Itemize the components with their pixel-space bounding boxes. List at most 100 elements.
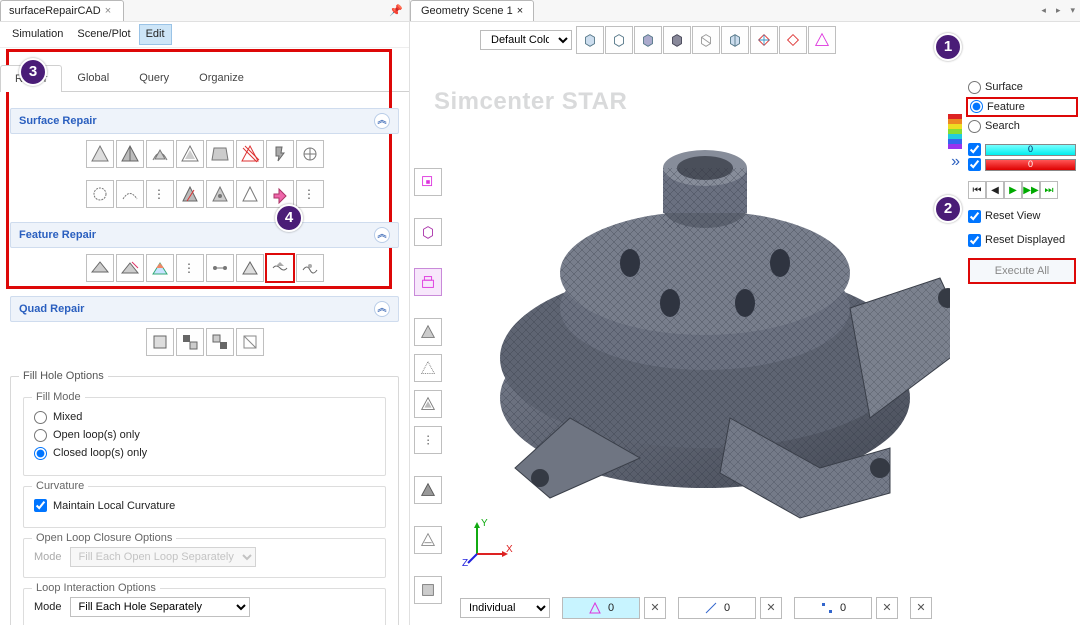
first-icon[interactable]: ⏮ [968,181,986,199]
check-reset-displayed[interactable]: Reset Displayed [968,233,1076,247]
tool-icon[interactable]: ⋮ [176,254,204,282]
view-cube-icon[interactable] [779,26,807,54]
tool-icon[interactable] [86,254,114,282]
side-tool-icon[interactable] [414,354,442,382]
red-bar: 0 [985,159,1076,171]
side-tool-icon[interactable] [414,218,442,246]
tool-icon[interactable] [116,254,144,282]
tool-icon[interactable] [236,328,264,356]
view-cube-icon[interactable] [721,26,749,54]
tool-icon[interactable]: ⋮ [296,180,324,208]
tool-icon[interactable] [176,180,204,208]
loop-interaction-mode-select[interactable]: Fill Each Hole Separately [70,597,250,617]
viewport-3d[interactable]: Simcenter STAR » ⋮ [410,58,1080,625]
tool-icon[interactable] [266,140,294,168]
chevron-up-icon[interactable]: ︽ [374,113,390,129]
section-header-quad-repair[interactable]: Quad Repair ︽ [10,296,399,322]
clear-tri-button[interactable]: ✕ [644,597,666,619]
side-tool-icon[interactable] [414,576,442,604]
view-cube-icon[interactable] [605,26,633,54]
tool-icon[interactable]: ⋮ [146,180,174,208]
side-tool-icon[interactable] [414,390,442,418]
view-cube-icon[interactable] [808,26,836,54]
tool-icon[interactable] [206,180,234,208]
selection-mode-select[interactable]: Individual [460,598,550,618]
play-icon[interactable]: ▶ [1004,181,1022,199]
tool-icon[interactable] [236,180,264,208]
color-mode-select[interactable]: Default Color [480,30,572,50]
nav-left-icon[interactable]: ◂ [1036,3,1051,19]
color-legend-icon [948,114,962,149]
nav-right-icon[interactable]: ▸ [1051,3,1066,19]
section-header-feature-repair[interactable]: Feature Repair ︽ [10,222,399,248]
fwd-icon[interactable]: ▶▶ [1022,181,1040,199]
close-icon[interactable]: × [517,4,523,18]
tool-icon[interactable] [296,254,324,282]
view-cube-icon[interactable] [750,26,778,54]
radio-open-only[interactable]: Open loop(s) only [34,428,375,442]
tab-global[interactable]: Global [62,64,124,91]
tool-icon[interactable] [206,140,234,168]
tool-icon[interactable] [176,328,204,356]
tool-icon[interactable] [116,140,144,168]
view-cube-icon[interactable] [634,26,662,54]
check-maintain-curvature[interactable]: Maintain Local Curvature [34,499,375,513]
radio-feature[interactable]: Feature [968,99,1076,115]
execute-all-button[interactable]: Execute All [968,258,1076,284]
menu-scene-plot[interactable]: Scene/Plot [71,25,136,43]
tab-organize[interactable]: Organize [184,64,259,91]
last-icon[interactable]: ⏭ [1040,181,1058,199]
tool-icon[interactable] [236,254,264,282]
document-tab[interactable]: surfaceRepairCAD × [0,0,124,21]
chevron-up-icon[interactable]: ︽ [374,227,390,243]
back-icon[interactable]: ◀ [986,181,1004,199]
tool-icon[interactable] [116,180,144,208]
tool-icon[interactable] [146,140,174,168]
tool-icon[interactable] [206,328,234,356]
menu-edit[interactable]: Edit [139,24,172,44]
view-cube-icon[interactable] [576,26,604,54]
side-tool-icon[interactable] [414,318,442,346]
section-header-surface-repair[interactable]: Surface Repair ︽ [10,108,399,134]
cyan-bar-check[interactable] [968,143,981,156]
nav-down-icon[interactable]: ▾ [1065,3,1080,19]
side-tool-icon[interactable] [414,476,442,504]
clear-vert-button[interactable]: ✕ [876,597,898,619]
tool-icon[interactable] [176,140,204,168]
tool-icon[interactable] [146,254,174,282]
clear-all-button[interactable]: ✕ [910,597,932,619]
close-icon[interactable]: × [105,4,111,18]
tab-query[interactable]: Query [124,64,184,91]
red-bar-check[interactable] [968,158,981,171]
sub-legend: Curvature [32,479,88,493]
tool-icon[interactable] [86,180,114,208]
side-tool-icon[interactable]: ⋮ [414,426,442,454]
viewport-bottombar: Individual 0 ✕ 0 ✕ [460,597,1070,619]
side-tool-icon[interactable] [414,526,442,554]
radio-search[interactable]: Search [968,119,1076,133]
menu-simulation[interactable]: Simulation [6,25,69,43]
tool-icon[interactable] [206,254,234,282]
scene-tab[interactable]: Geometry Scene 1 × [410,0,534,21]
view-cube-icon[interactable] [663,26,691,54]
tool-icon[interactable] [86,140,114,168]
tool-icon[interactable] [146,328,174,356]
feature-repair-tools: ⋮ [10,248,399,288]
expand-arrows-icon[interactable]: » [951,152,960,173]
side-tool-icon[interactable] [414,268,442,296]
tool-icon[interactable] [296,140,324,168]
check-reset-view[interactable]: Reset View [968,209,1076,223]
radio-mixed[interactable]: Mixed [34,410,375,424]
view-cube-icon[interactable] [692,26,720,54]
chevron-up-icon[interactable]: ︽ [374,301,390,317]
left-menubar: Simulation Scene/Plot Edit [0,22,409,47]
radio-closed-only[interactable]: Closed loop(s) only [34,446,375,460]
radio-surface[interactable]: Surface [968,80,1076,94]
side-tool-icon[interactable] [414,168,442,196]
tool-icon[interactable] [236,140,264,168]
color-threshold-bars: 0 0 [968,143,1076,171]
clear-edge-button[interactable]: ✕ [760,597,782,619]
tool-icon[interactable] [266,254,294,282]
repair-tabs: Repair Global Query Organize [0,64,409,92]
pin-icon[interactable]: 📌 [383,2,409,20]
